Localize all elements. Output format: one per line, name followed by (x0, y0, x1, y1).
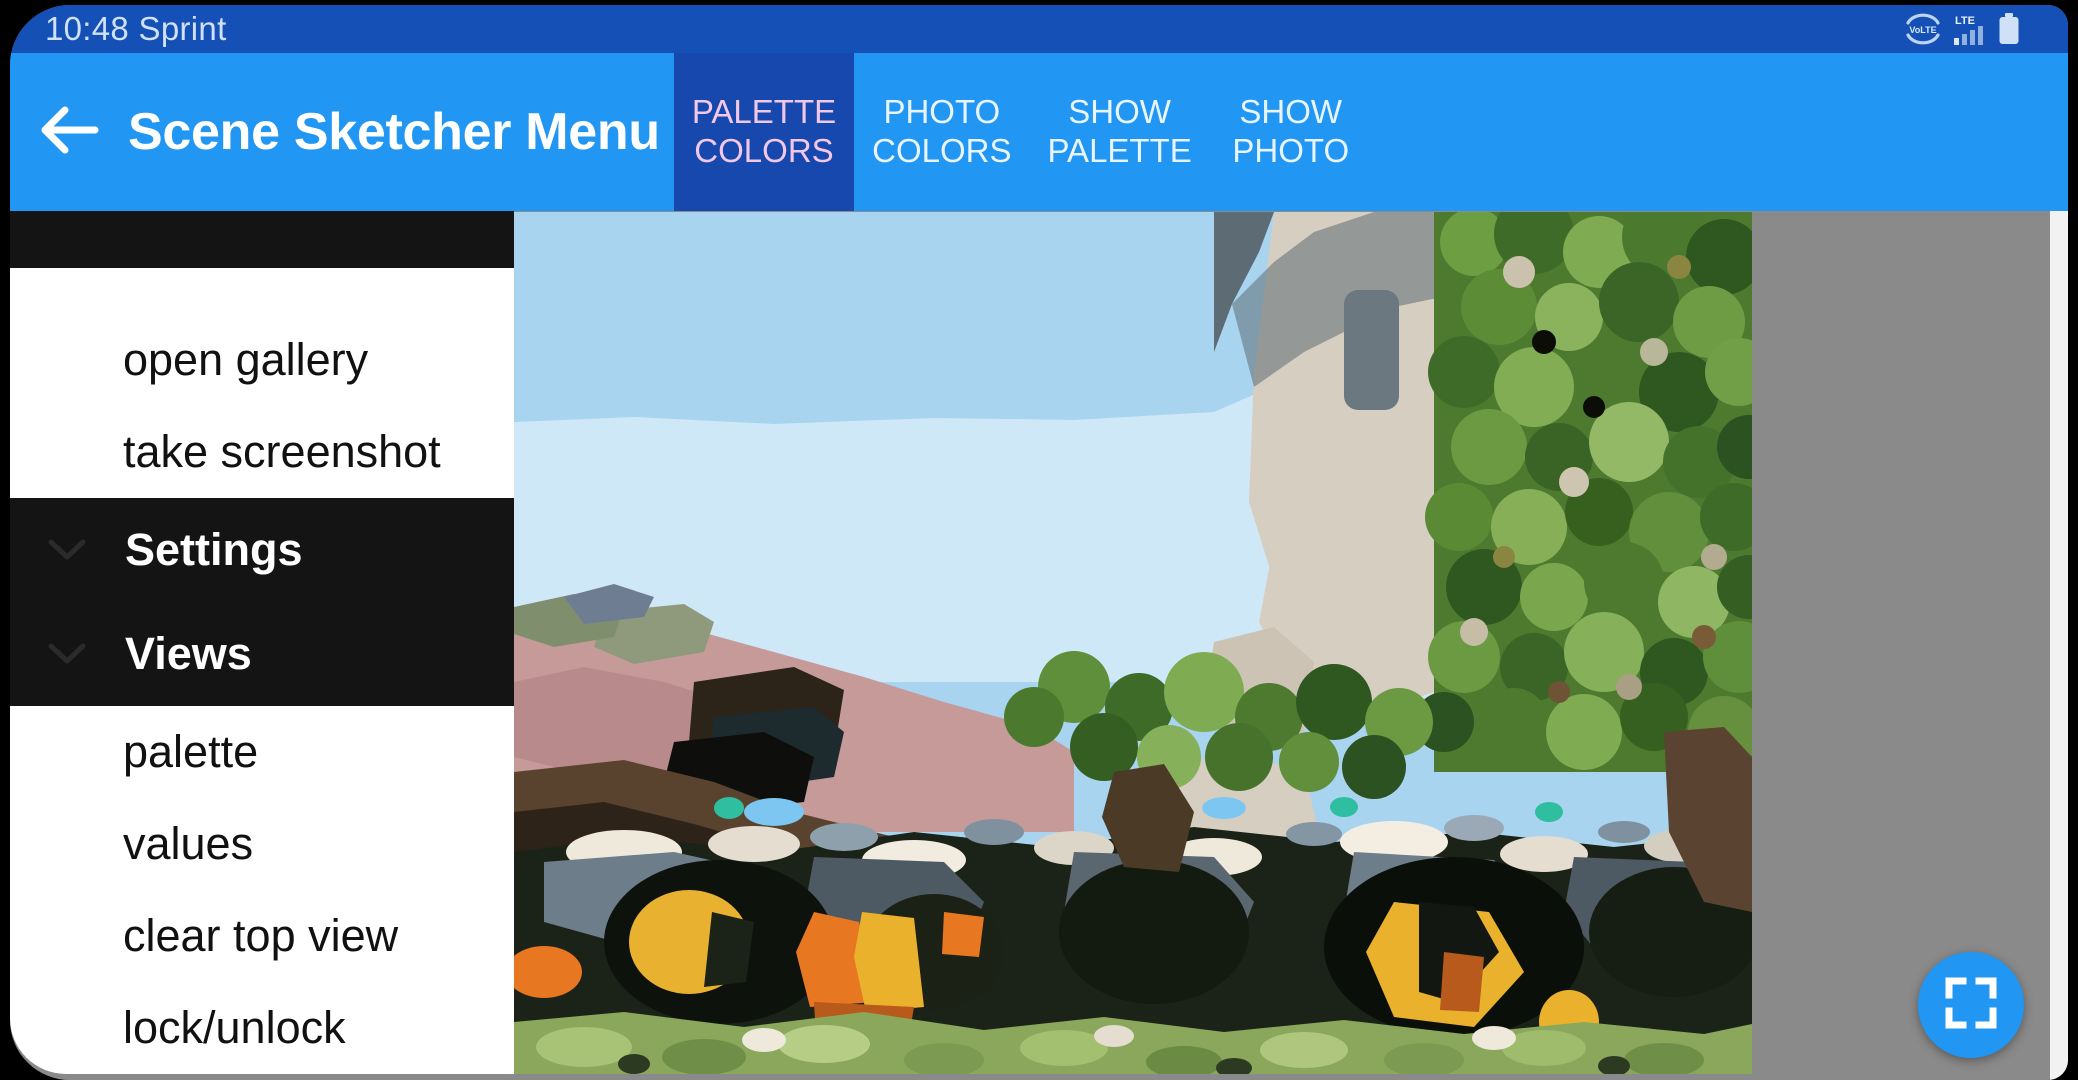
app-bar: Scene Sketcher Menu PALETTE COLORS PHOTO… (10, 53, 2068, 211)
menu-item-values[interactable]: values (10, 798, 514, 890)
tab-palette-colors[interactable]: PALETTE COLORS (673, 53, 855, 211)
tab-label-line1: SHOW (1239, 93, 1343, 131)
posterized-scene-artwork (514, 212, 1752, 1074)
tab-label-line1: SHOW (1068, 93, 1171, 131)
menu-item-label: values (123, 818, 254, 869)
canvas-right-margin (2050, 211, 2068, 1080)
lte-signal-icon: LTE (1951, 12, 1989, 46)
back-button[interactable] (10, 53, 128, 211)
drawer-group-label: Settings (125, 524, 303, 575)
drawer-group-settings[interactable]: Settings (10, 498, 514, 602)
menu-item-scrolled-partial[interactable] (10, 268, 514, 314)
status-time-carrier: 10:48 Sprint (45, 10, 227, 47)
overflow-menu-button[interactable] (1948, 53, 2068, 211)
chevron-down-icon (10, 641, 123, 667)
menu-item-label: palette (123, 726, 259, 777)
menu-item-take-screenshot[interactable]: take screenshot (10, 406, 514, 498)
battery-icon (1998, 13, 2020, 45)
svg-text:VoLTE: VoLTE (1909, 25, 1936, 35)
menu-item-open-gallery[interactable]: open gallery (10, 314, 514, 406)
back-arrow-icon (38, 105, 100, 160)
tab-label-line2: PALETTE (1047, 132, 1192, 169)
drawer-group-views[interactable]: Views (10, 602, 514, 706)
drawer-group-label: Views (125, 628, 252, 679)
tab-label-line1: PHOTO (883, 93, 1001, 131)
fullscreen-fab-button[interactable] (1918, 952, 2024, 1058)
navigation-drawer[interactable]: open gallery take screenshot Settings Vi… (10, 211, 514, 1080)
tab-bar: PALETTE COLORS PHOTO COLORS SHOW PALETTE… (673, 53, 1372, 211)
menu-item-label: lock/unlock (123, 1002, 346, 1053)
tab-label-line2: PHOTO (1232, 132, 1350, 169)
page-title: Scene Sketcher Menu (128, 103, 660, 161)
artwork-canvas[interactable] (514, 212, 1752, 1074)
screenshot-root: open gallery take screenshot Settings Vi… (0, 0, 2078, 1080)
tab-photo-colors[interactable]: PHOTO COLORS (854, 53, 1029, 211)
fullscreen-expand-icon (1943, 975, 1999, 1036)
menu-item-clear-top-view[interactable]: clear top view (10, 890, 514, 982)
drawer-views-section: palette values clear top view lock/unloc… (10, 706, 514, 1074)
status-icons: VoLTE LTE (1904, 12, 2020, 46)
tab-show-palette[interactable]: SHOW PALETTE (1030, 53, 1210, 211)
menu-item-palette[interactable]: palette (10, 706, 514, 798)
menu-item-label: clear top view (123, 910, 399, 961)
menu-item-lock-unlock[interactable]: lock/unlock (10, 982, 514, 1074)
tab-label-line2: COLORS (872, 132, 1012, 169)
drawer-groups-section: Settings Views (10, 498, 514, 706)
volte-icon: VoLTE (1904, 12, 1942, 46)
drawer-top-divider (10, 211, 514, 268)
tab-label-line1: PALETTE (691, 93, 837, 131)
tab-show-photo[interactable]: SHOW PHOTO (1210, 53, 1372, 211)
chevron-down-icon (10, 537, 123, 563)
drawer-actions-section: open gallery take screenshot (10, 268, 514, 498)
tab-label-line2: COLORS (694, 132, 834, 169)
menu-item-label: take screenshot (123, 426, 441, 477)
status-bar: 10:48 Sprint VoLTE LTE (10, 5, 2068, 53)
svg-text:LTE: LTE (1955, 15, 1975, 27)
menu-item-label: open gallery (123, 334, 369, 385)
device-screen: open gallery take screenshot Settings Vi… (10, 5, 2068, 1080)
